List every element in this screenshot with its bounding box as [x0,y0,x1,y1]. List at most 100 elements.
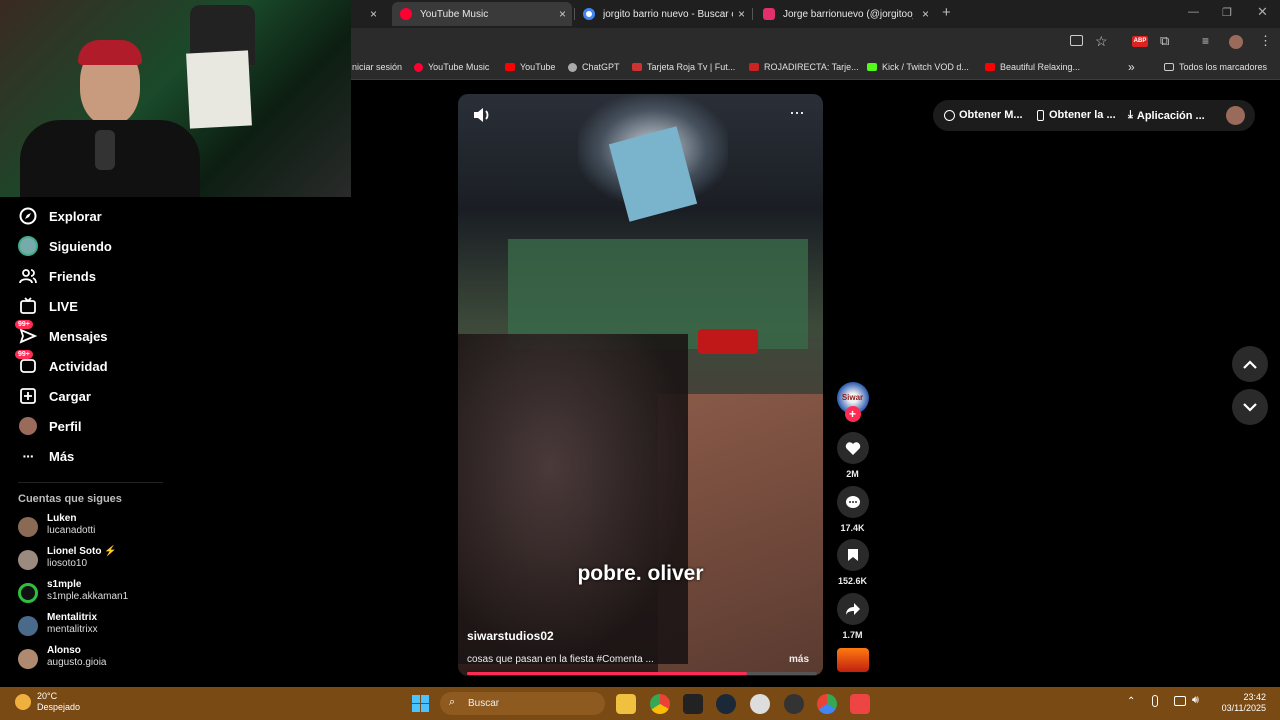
bookmark-button[interactable]: 152.6K [836,539,869,586]
user-avatar[interactable] [1226,106,1245,125]
bookmark-label: niciar sesión [352,62,403,72]
taskbar-search[interactable]: ⌕ Buscar [440,692,605,715]
share-button[interactable]: 1.7M [836,593,869,640]
sidebar-item-label: Perfil [49,418,82,434]
file-explorer-icon[interactable] [616,694,636,714]
sidebar-item-live[interactable]: LIVE [18,295,78,317]
sidebar-item-perfil[interactable]: Perfil [18,415,82,437]
chrome-icon[interactable] [650,694,670,714]
music-disc-icon[interactable] [837,648,869,672]
close-tab-icon[interactable]: × [922,7,929,21]
all-bookmarks-button[interactable]: Todos los marcadores [1164,62,1267,72]
weather-widget[interactable]: 20°C Despejado [15,691,80,713]
account-name: s1mple [47,579,82,590]
followed-account[interactable]: s1mple s1mple.akkaman1 [18,579,128,603]
sidebar-item-label: Siguiendo [49,238,112,254]
obs-icon[interactable] [784,694,804,714]
network-icon[interactable] [1174,696,1186,706]
close-tab-icon[interactable]: × [559,7,566,21]
minimize-icon[interactable]: — [1188,6,1199,18]
youtube-music-icon [400,8,412,20]
steam-icon[interactable] [716,694,736,714]
windows-start-icon[interactable] [412,695,429,712]
app-icon[interactable] [750,694,770,714]
more-description-button[interactable]: más [789,654,809,665]
sidebar-item-mas[interactable]: ··· Más [18,445,75,467]
epic-games-icon[interactable] [683,694,703,714]
bookmark-item[interactable]: Beautiful Relaxing... [985,62,1080,72]
clock[interactable]: 23:42 03/11/2025 [1210,692,1266,714]
tab-instagram[interactable]: Jorge barrionuevo (@jorgitoo_ × [755,2,935,26]
account-username: augusto.gioia [47,657,107,668]
followed-account[interactable]: Luken lucanadotti [18,513,95,537]
windows-taskbar: 20°C Despejado ⌕ Buscar ⌃ 🔊︎ 23:42 03/11… [0,687,1280,720]
clock-date: 03/11/2025 [1221,703,1266,713]
kick-icon [867,63,877,71]
get-coins-button[interactable]: Obtener M... [944,109,1023,121]
like-button[interactable]: 2M [836,432,869,479]
sidebar-item-explorar[interactable]: Explorar [18,205,102,227]
account-name-text: Lionel Soto [47,546,102,557]
comment-count: 17.4K [840,523,865,533]
sidebar-item-siguiendo[interactable]: Siguiendo [18,235,112,257]
sidebar-item-label: Cargar [49,388,91,404]
creator-avatar[interactable]: Siwar + [836,382,869,422]
followed-account[interactable]: Alonso augusto.gioia [18,645,107,669]
bookmark-item[interactable]: ROJADIRECTA: Tarje... [749,62,859,72]
account-name: Luken [47,513,77,524]
desktop-app-button[interactable]: ⤓ Aplicación ... [1128,109,1205,122]
following-avatar-icon [18,236,38,256]
close-tab-icon[interactable]: × [370,7,377,21]
bookmark-item[interactable]: niciar sesión [352,62,402,72]
snipping-tool-icon[interactable] [850,694,870,714]
window-close-icon[interactable]: ✕ [1257,4,1268,20]
microphone-icon[interactable] [1152,695,1158,707]
media-control-icon[interactable]: ≡ [1202,34,1209,48]
cast-icon[interactable] [1070,35,1083,46]
sidebar-item-cargar[interactable]: Cargar [18,385,91,407]
next-video-button[interactable] [1232,389,1268,425]
more-options-icon[interactable]: ··· [789,102,805,123]
close-tab-icon[interactable]: × [738,7,745,21]
sidebar-item-friends[interactable]: Friends [18,265,96,287]
volume-tray-icon[interactable]: 🔊︎ [1192,694,1199,707]
video-progress-bar[interactable] [467,672,817,675]
profile-avatar-icon[interactable] [1229,35,1243,49]
get-app-button[interactable]: Obtener la ... [1037,109,1116,121]
account-name: Lionel Soto ⚡ [47,546,117,558]
bookmark-item[interactable]: YouTube [505,62,555,72]
maximize-icon[interactable]: ❐ [1222,6,1232,19]
tab-label: jorgito barrio nuevo - Buscar co [603,8,733,20]
tray-chevron-icon[interactable]: ⌃ [1127,696,1135,707]
chrome-alt-icon[interactable] [817,694,837,714]
adblock-extension-icon[interactable]: ABP [1132,36,1148,47]
friends-icon [18,266,38,286]
new-tab-button[interactable]: + [942,4,951,21]
notification-badge: 99+ [15,350,33,359]
video-player[interactable]: ··· pobre. oliver siwarstudios02 cosas q… [458,94,823,676]
followed-account[interactable]: Mentalitrix mentalitrixx [18,612,98,636]
extensions-puzzle-icon[interactable]: ⧉ [1160,33,1169,49]
tab-youtube-music[interactable]: YouTube Music × [392,2,572,26]
bookmarks-overflow-button[interactable]: » [1128,60,1135,74]
bookmark-item[interactable]: YouTube Music [414,62,489,72]
followed-account[interactable]: Lionel Soto ⚡ liosoto10 [18,546,117,570]
bookmark-item[interactable]: Kick / Twitch VOD d... [867,62,969,72]
truck [508,239,808,349]
bookmark-item[interactable]: ChatGPT [568,62,620,72]
bookmark-label: YouTube Music [428,62,490,72]
sidebar-item-label: Friends [49,268,96,284]
tab-google-search[interactable]: jorgito barrio nuevo - Buscar co × [575,2,751,26]
bookmark-item[interactable]: Tarjeta Roja Tv | Fut... [632,62,735,72]
star-bookmark-icon[interactable]: ☆ [1095,33,1108,50]
action-label: Obtener M... [959,109,1023,121]
video-progress-fill [467,672,747,675]
volume-icon[interactable] [472,106,492,129]
previous-video-button[interactable] [1232,346,1268,382]
sidebar-item-mensajes[interactable]: 99+ Mensajes [15,320,108,347]
comment-button[interactable]: 17.4K [836,486,869,533]
sidebar-item-actividad[interactable]: 99+ Actividad [15,350,108,377]
microphone [95,130,115,170]
video-author[interactable]: siwarstudios02 [467,629,554,643]
browser-menu-icon[interactable]: ⋮ [1259,33,1272,49]
